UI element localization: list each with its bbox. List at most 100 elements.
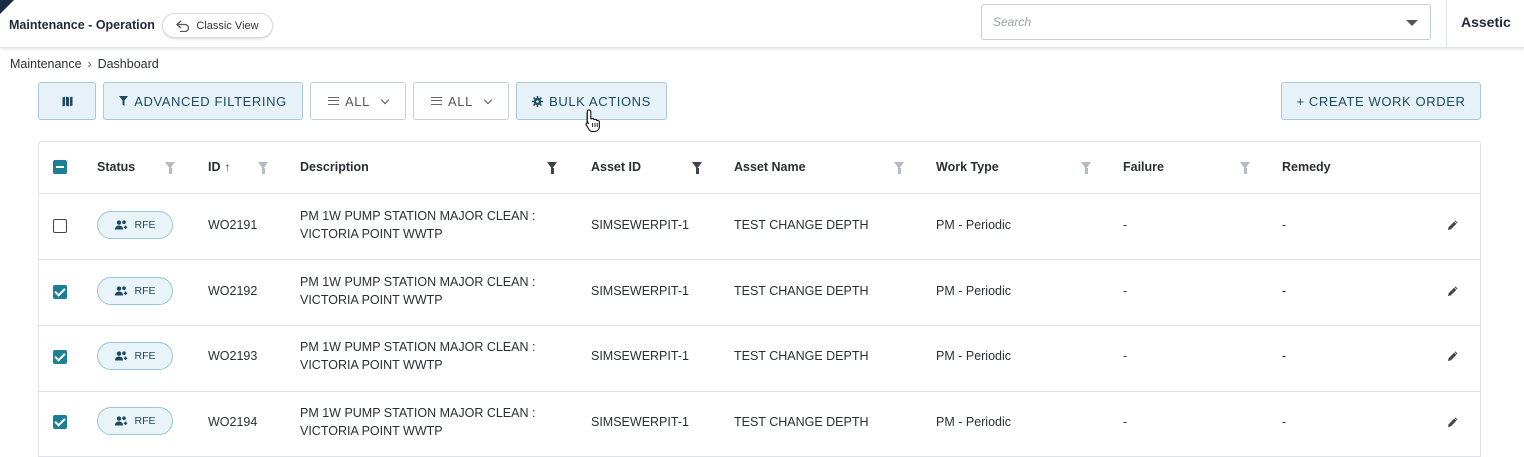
create-work-order-button[interactable]: + CREATE WORK ORDER	[1281, 82, 1481, 120]
filter-dropdown-1-label: ALL	[345, 93, 370, 109]
column-label: ID	[208, 160, 221, 174]
work-order-id[interactable]: WO2193	[208, 349, 257, 363]
menu-lines-icon	[328, 97, 340, 105]
dropdown-caret-icon[interactable]	[1406, 20, 1418, 26]
select-all-checkbox[interactable]	[53, 160, 67, 174]
remedy: -	[1282, 218, 1287, 232]
filter-icon[interactable]	[1240, 162, 1250, 174]
status-label: RFE	[134, 350, 156, 362]
table-header: Status ID ↑ Description Asset ID Asset N…	[39, 142, 1480, 194]
breadcrumb-maintenance[interactable]: Maintenance	[10, 57, 82, 71]
description-line: PM 1W PUMP STATION MAJOR CLEAN :	[300, 406, 536, 420]
map-icon	[62, 96, 72, 106]
description-line: PM 1W PUMP STATION MAJOR CLEAN :	[300, 340, 536, 354]
search-placeholder: Search	[993, 15, 1032, 29]
failure: -	[1123, 349, 1128, 363]
work-type: PM - Periodic	[936, 284, 1012, 298]
work-order-id[interactable]: WO2191	[208, 218, 257, 232]
work-order-id[interactable]: WO2192	[208, 284, 257, 298]
filter-dropdown-2-label: ALL	[448, 93, 473, 109]
column-header-remedy[interactable]: Remedy	[1282, 160, 1331, 174]
description-line: VICTORIA POINT WWTP	[300, 358, 443, 372]
corner-accent	[0, 0, 14, 14]
breadcrumb-separator-icon: ›	[87, 57, 92, 71]
chevron-down-icon	[380, 95, 390, 104]
brand-name[interactable]: Assetic	[1461, 14, 1511, 30]
gear-icon	[532, 95, 544, 107]
table-row[interactable]: RFE WO2194 PM 1W PUMP STATION MAJOR CLEA…	[39, 391, 1480, 457]
status-badge[interactable]: RFE	[97, 342, 173, 370]
funnel-icon	[119, 96, 129, 106]
asset-name: TEST CHANGE DEPTH	[734, 415, 869, 429]
asset-id: SIMSEWERPIT-1	[591, 218, 689, 232]
status-badge[interactable]: RFE	[97, 211, 173, 239]
description: PM 1W PUMP STATION MAJOR CLEAN : VICTORI…	[300, 207, 550, 243]
work-type: PM - Periodic	[936, 415, 1012, 429]
filter-icon[interactable]	[165, 162, 175, 174]
remedy: -	[1282, 415, 1287, 429]
table-row[interactable]: RFE WO2191 PM 1W PUMP STATION MAJOR CLEA…	[39, 194, 1480, 260]
status-badge[interactable]: RFE	[97, 407, 173, 435]
work-order-table: Status ID ↑ Description Asset ID Asset N…	[38, 141, 1481, 457]
status-label: RFE	[134, 285, 156, 297]
column-header-id[interactable]: ID ↑	[208, 160, 231, 174]
description-line: VICTORIA POINT WWTP	[300, 424, 443, 438]
app-title: Maintenance - Operation	[9, 18, 155, 32]
failure: -	[1123, 415, 1128, 429]
row-checkbox[interactable]	[53, 219, 67, 233]
column-label: Asset ID	[591, 160, 642, 174]
advanced-filtering-label: ADVANCED FILTERING	[134, 93, 287, 109]
people-icon	[114, 286, 127, 296]
search-input[interactable]: Search	[981, 4, 1431, 40]
asset-name: TEST CHANGE DEPTH	[734, 284, 869, 298]
menu-lines-icon	[431, 97, 443, 105]
table-row[interactable]: RFE WO2192 PM 1W PUMP STATION MAJOR CLEA…	[39, 260, 1480, 326]
asset-id: SIMSEWERPIT-1	[591, 349, 689, 363]
row-checkbox[interactable]	[53, 350, 67, 364]
pencil-icon[interactable]	[1447, 350, 1459, 362]
filter-icon[interactable]	[547, 162, 557, 174]
filter-icon[interactable]	[1081, 162, 1091, 174]
asset-id: SIMSEWERPIT-1	[591, 415, 689, 429]
classic-view-label: Classic View	[196, 19, 259, 32]
classic-view-button[interactable]: Classic View	[162, 13, 273, 38]
pointer-cursor-icon	[585, 109, 600, 133]
remedy: -	[1282, 284, 1287, 298]
column-header-failure[interactable]: Failure	[1123, 160, 1164, 174]
failure: -	[1123, 284, 1128, 298]
table-row[interactable]: RFE WO2193 PM 1W PUMP STATION MAJOR CLEA…	[39, 326, 1480, 392]
pencil-icon[interactable]	[1447, 416, 1459, 428]
column-header-work-type[interactable]: Work Type	[936, 160, 999, 174]
map-view-button[interactable]	[38, 82, 96, 120]
column-header-asset-name[interactable]: Asset Name	[734, 160, 806, 174]
row-checkbox[interactable]	[53, 285, 67, 299]
remedy: -	[1282, 349, 1287, 363]
work-type: PM - Periodic	[936, 218, 1012, 232]
create-work-order-label: + CREATE WORK ORDER	[1296, 93, 1466, 109]
filter-dropdown-2[interactable]: ALL	[413, 82, 509, 120]
pencil-icon[interactable]	[1447, 285, 1459, 297]
undo-icon	[176, 20, 190, 32]
status-badge[interactable]: RFE	[97, 277, 173, 305]
description: PM 1W PUMP STATION MAJOR CLEAN : VICTORI…	[300, 404, 550, 440]
work-type: PM - Periodic	[936, 349, 1012, 363]
description: PM 1W PUMP STATION MAJOR CLEAN : VICTORI…	[300, 338, 550, 374]
description-line: PM 1W PUMP STATION MAJOR CLEAN :	[300, 275, 536, 289]
column-header-status[interactable]: Status	[97, 160, 135, 174]
filter-dropdown-1[interactable]: ALL	[310, 82, 406, 120]
filter-icon[interactable]	[258, 162, 268, 174]
pencil-icon[interactable]	[1447, 219, 1459, 231]
failure: -	[1123, 218, 1128, 232]
bulk-actions-label: BULK ACTIONS	[549, 93, 651, 109]
row-checkbox[interactable]	[53, 415, 67, 429]
chevron-down-icon	[483, 95, 493, 104]
column-header-asset-id[interactable]: Asset ID	[591, 160, 641, 174]
breadcrumb: Maintenance › Dashboard	[10, 57, 159, 71]
filter-icon[interactable]	[894, 162, 904, 174]
asset-name: TEST CHANGE DEPTH	[734, 349, 869, 363]
filter-icon[interactable]	[692, 162, 702, 174]
people-icon	[114, 416, 127, 426]
work-order-id[interactable]: WO2194	[208, 415, 257, 429]
column-header-description[interactable]: Description	[300, 160, 369, 174]
advanced-filtering-button[interactable]: ADVANCED FILTERING	[103, 82, 303, 120]
